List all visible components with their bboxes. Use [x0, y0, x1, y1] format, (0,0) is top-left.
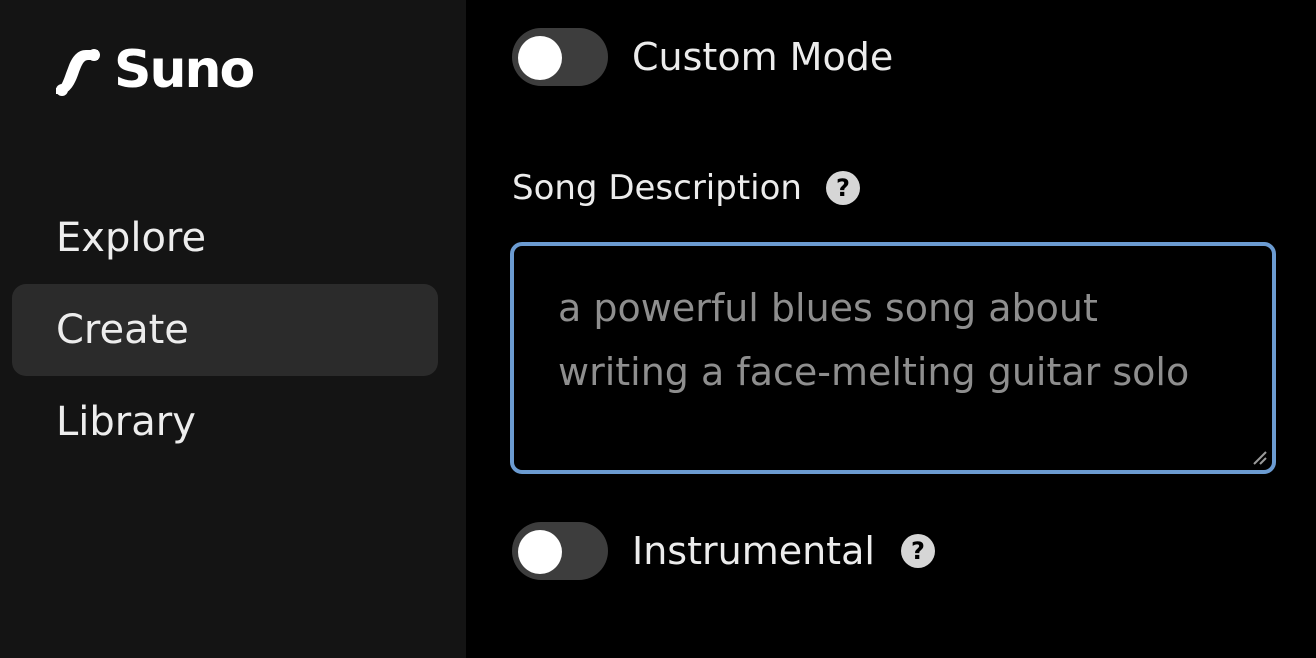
sidebar-item-label: Library [56, 399, 196, 445]
brand-name: Suno [114, 40, 255, 100]
toggle-knob [518, 36, 562, 80]
suno-wave-icon [56, 49, 100, 96]
brand-logo[interactable]: Suno [52, 40, 255, 100]
sidebar-item-library[interactable]: Library [12, 376, 438, 468]
create-panel: Custom Mode Song Description ? Instrumen… [466, 0, 1316, 658]
instrumental-label: Instrumental [632, 529, 875, 573]
question-circle-icon[interactable]: ? [900, 534, 935, 568]
song-description-field-wrapper [510, 242, 1276, 474]
sidebar-item-explore[interactable]: Explore [12, 192, 438, 284]
song-description-header: Song Description ? [512, 168, 860, 208]
sidebar: Suno Explore Create Library [0, 0, 466, 658]
resize-grip-icon[interactable] [1248, 446, 1268, 466]
sidebar-item-label: Create [56, 307, 189, 353]
custom-mode-label: Custom Mode [632, 35, 894, 79]
custom-mode-row: Custom Mode [512, 28, 893, 86]
instrumental-toggle[interactable] [512, 522, 608, 580]
app-root: Suno Explore Create Library Custom Mode … [0, 0, 1316, 658]
custom-mode-toggle[interactable] [512, 28, 608, 86]
sidebar-nav: Explore Create Library [12, 192, 438, 468]
question-circle-icon[interactable]: ? [825, 171, 860, 205]
toggle-knob [518, 530, 562, 574]
instrumental-row: Instrumental ? [512, 522, 935, 580]
song-description-label: Song Description [512, 168, 802, 208]
sidebar-item-create[interactable]: Create [12, 284, 438, 376]
sidebar-item-label: Explore [56, 215, 207, 261]
song-description-input[interactable] [514, 246, 1272, 470]
